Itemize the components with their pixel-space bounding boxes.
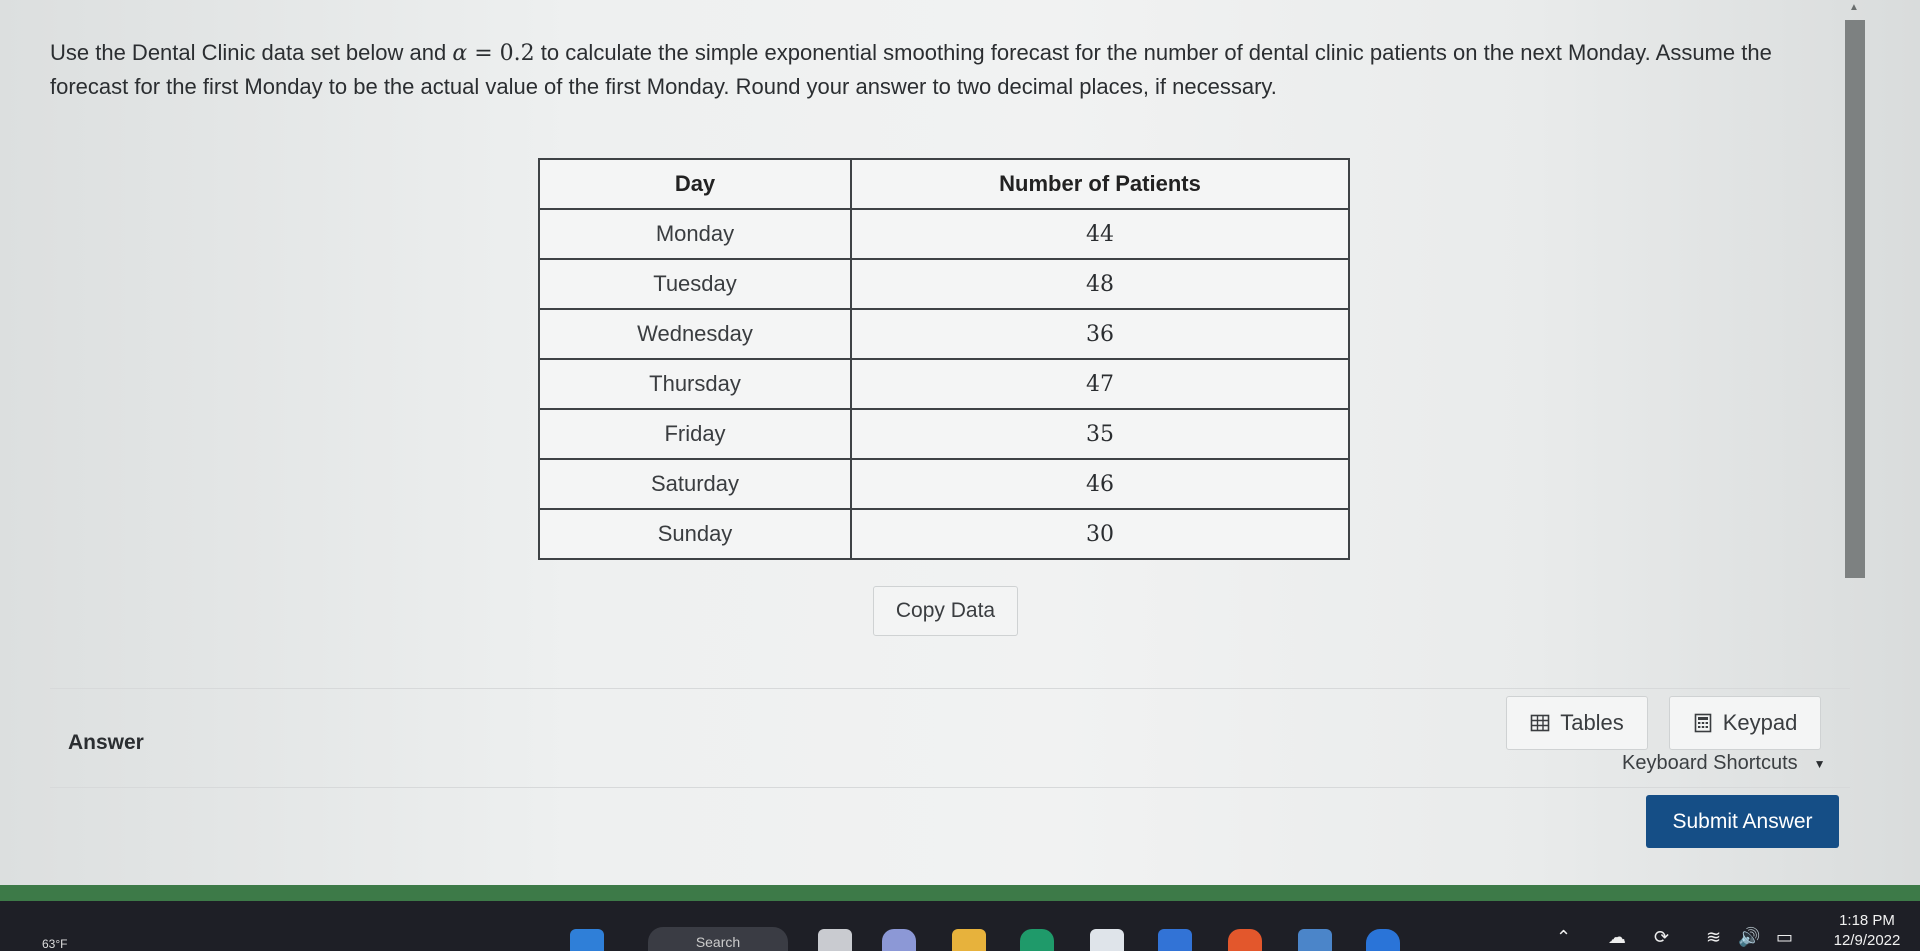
scroll-up-icon[interactable]: ▲: [1849, 2, 1859, 13]
sync-icon[interactable]: ⟳: [1654, 927, 1669, 948]
keypad-icon: [1694, 713, 1711, 733]
file-explorer-icon[interactable]: [952, 929, 986, 951]
taskbar-search[interactable]: Search: [648, 927, 788, 951]
tables-button[interactable]: Tables: [1506, 696, 1648, 750]
patients-cell: 30: [850, 508, 1350, 560]
weather-widget[interactable]: 63°F: [42, 937, 67, 951]
table-row: Thursday 47: [538, 358, 1350, 410]
question-text-part1: Use the Dental Clinic data set below and: [50, 40, 453, 65]
table-header-row: Day Number of Patients: [538, 158, 1350, 210]
patients-cell: 46: [850, 458, 1350, 510]
patients-cell: 36: [850, 308, 1350, 360]
alpha-expression: α = 0.2: [452, 41, 534, 66]
store-icon[interactable]: [1090, 929, 1124, 951]
dropbox-icon[interactable]: [1158, 929, 1192, 951]
clock-date: 12/9/2022: [1833, 932, 1901, 949]
day-cell: Thursday: [538, 358, 852, 410]
keyboard-shortcuts-toggle[interactable]: Keyboard Shortcuts ▼: [1622, 752, 1826, 775]
desktop-background-strip: [0, 885, 1920, 901]
patients-cell: 44: [850, 208, 1350, 260]
answer-label: Answer: [68, 731, 144, 754]
table-row: Monday 44: [538, 208, 1350, 260]
edge-icon[interactable]: [1020, 929, 1054, 951]
day-cell: Monday: [538, 208, 852, 260]
battery-icon[interactable]: ▭: [1776, 927, 1793, 948]
cloud-icon[interactable]: ☁: [1608, 927, 1626, 948]
table-row: Saturday 46: [538, 458, 1350, 510]
header-number-of-patients: Number of Patients: [850, 158, 1350, 210]
alpha-symbol: α: [452, 41, 468, 66]
table-row: Friday 35: [538, 408, 1350, 460]
patients-cell: 35: [850, 408, 1350, 460]
taskbar-search-label: Search: [695, 934, 741, 950]
table-row: Wednesday 36: [538, 308, 1350, 360]
keypad-button[interactable]: Keypad: [1669, 696, 1821, 750]
day-cell: Tuesday: [538, 258, 852, 310]
tables-label: Tables: [1560, 710, 1624, 735]
question-text: Use the Dental Clinic data set below and…: [50, 36, 1850, 103]
browser-icon[interactable]: [1366, 929, 1400, 951]
patients-cell: 48: [850, 258, 1350, 310]
submit-answer-button[interactable]: Submit Answer: [1646, 795, 1839, 848]
clock-time: 1:18 PM: [1839, 912, 1895, 929]
table-row: Tuesday 48: [538, 258, 1350, 310]
keypad-label: Keypad: [1722, 710, 1798, 735]
dental-clinic-table: Day Number of Patients Monday 44 Tuesday…: [538, 158, 1350, 560]
patients-cell: 47: [850, 358, 1350, 410]
system-clock[interactable]: 1:18 PM 12/9/2022: [1822, 911, 1912, 951]
equals-sign: =: [467, 41, 500, 66]
chrome-icon[interactable]: [1228, 929, 1262, 951]
day-cell: Sunday: [538, 508, 852, 560]
header-day: Day: [538, 158, 852, 210]
task-view-icon[interactable]: [818, 929, 852, 951]
chat-icon[interactable]: [882, 929, 916, 951]
day-cell: Friday: [538, 408, 852, 460]
alpha-value: 0.2: [499, 41, 535, 66]
question-page: Use the Dental Clinic data set below and…: [0, 0, 1920, 900]
chevron-up-icon[interactable]: ⌃: [1556, 927, 1571, 948]
day-cell: Saturday: [538, 458, 852, 510]
caret-down-icon: ▼: [1813, 756, 1826, 771]
wifi-icon[interactable]: ≋: [1706, 927, 1721, 948]
table-icon: [1530, 714, 1550, 732]
page-scrollbar[interactable]: ▲: [1843, 0, 1867, 580]
answer-section: Answer Tables Keypad Keyboard Shortcuts …: [50, 688, 1850, 788]
table-row: Sunday 30: [538, 508, 1350, 560]
keyboard-shortcuts-label: Keyboard Shortcuts: [1622, 752, 1798, 774]
taskbar: 63°F Search ⌃ ☁ ⟳ ≋ 🔊 ▭ 1:18 PM 12/9/202…: [0, 901, 1920, 951]
start-icon[interactable]: [570, 929, 604, 951]
volume-icon[interactable]: 🔊: [1738, 927, 1760, 948]
copy-data-button[interactable]: Copy Data: [873, 586, 1018, 636]
scrollbar-thumb[interactable]: [1845, 20, 1865, 578]
day-cell: Wednesday: [538, 308, 852, 360]
app-icon[interactable]: [1298, 929, 1332, 951]
